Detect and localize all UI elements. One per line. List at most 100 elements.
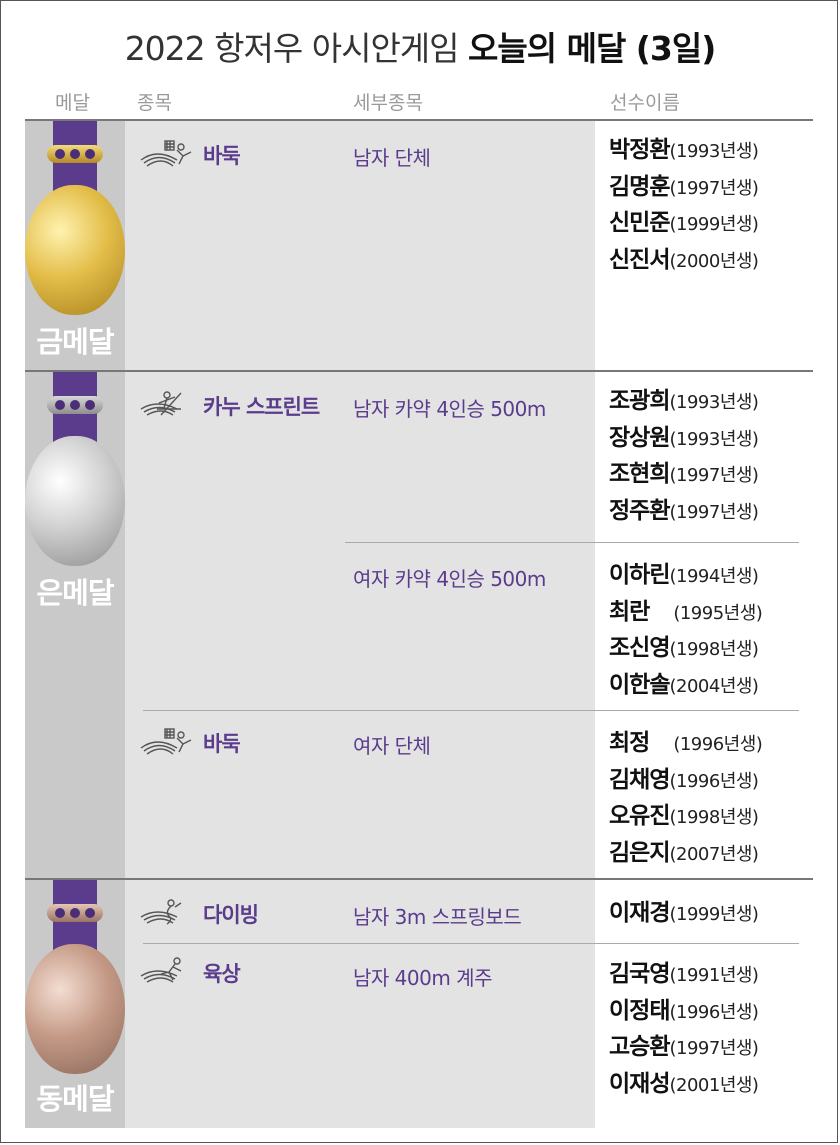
header-medal: 메달 [55, 92, 90, 114]
athlete-birth-year: (1995년생) [673, 602, 763, 624]
silver-medal-image [25, 436, 125, 566]
medal-column: 은메달 [25, 372, 125, 878]
athlete-name: 조광희 [609, 388, 670, 414]
athlete-entry: 장상원 (1993년생) [609, 421, 759, 458]
athlete-birth-year: (1999년생) [669, 214, 759, 235]
medal-clasp [47, 904, 103, 922]
athlete-name: 오유진 [609, 803, 670, 829]
athlete-birth-year: (1997년생) [669, 1038, 759, 1059]
athlete-entry: 이재성 (2001년생) [609, 1067, 759, 1104]
event-name: 남자 단체 [353, 146, 431, 170]
athlete-entry: 신진서 (2000년생) [609, 243, 759, 280]
go-icon [137, 138, 201, 172]
athlete-entry: 오유진 (1998년생) [609, 799, 762, 836]
title-bold: 오늘의 메달 (3일) [468, 29, 716, 68]
athlete-name: 이재성 [609, 1070, 670, 1097]
diving-icon [137, 897, 201, 931]
athlete-birth-year: (1997년생) [669, 501, 759, 523]
gold-medal-label: 금메달 [36, 325, 114, 359]
athlete-list: 이재경 (1999년생) [609, 896, 759, 933]
header-athletes: 선수이름 [610, 92, 680, 114]
canoe-icon [137, 389, 201, 423]
athlete-entry: 김명훈 (1997년생) [609, 170, 759, 207]
athlete-birth-year: (1993년생) [669, 392, 759, 413]
athlete-name: 최란 [609, 598, 650, 625]
athlete-birth-year: (1997년생) [669, 177, 759, 199]
medal-clasp [47, 145, 103, 163]
sport-canoe: 카누 스프린트 [137, 389, 320, 423]
athlete-entry: 이한솔 (2004년생) [609, 668, 762, 705]
athlete-entry: 조광희 (1993년생) [609, 384, 759, 421]
athlete-name: 이하린 [609, 562, 670, 588]
header-event: 세부종목 [353, 92, 423, 114]
header-sport: 종목 [137, 92, 172, 114]
sport-name: 다이빙 [203, 903, 259, 927]
athlete-name: 정주환 [609, 497, 670, 524]
athlete-birth-year: (1998년생) [669, 807, 759, 828]
event-name: 여자 카약 4인승 500m [353, 567, 546, 591]
athlete-birth-year: (1997년생) [669, 465, 759, 486]
athlete-birth-year: (1998년생) [669, 639, 759, 660]
sport-name: 바둑 [203, 144, 241, 168]
athlete-name: 김채영 [609, 766, 670, 793]
athlete-entry: 최란 (1995년생) [609, 595, 763, 632]
athlete-entry: 이재경 (1999년생) [609, 896, 759, 933]
bronze-medal-label: 동메달 [36, 1082, 114, 1116]
athlete-entry: 박정환 (1993년생) [609, 133, 759, 170]
gold-section: 금메달 바둑 남자 단체 박정환 (1993년생) 김명훈 (1997년생) 신민준… [25, 121, 813, 371]
athlete-birth-year: (2001년생) [669, 1074, 759, 1096]
athlete-birth-year: (2007년생) [669, 843, 759, 865]
row-divider [345, 542, 799, 543]
athletics-icon [137, 956, 201, 990]
athlete-entry: 김국영 (1991년생) [609, 957, 759, 994]
medal-clasp [47, 396, 103, 414]
athlete-entry: 고승환 (1997년생) [609, 1030, 759, 1067]
athlete-name: 이한솔 [609, 671, 670, 698]
athlete-list: 김국영 (1991년생) 이정태 (1996년생) 고승환 (1997년생) 이재성(… [609, 957, 759, 1104]
athlete-entry: 최정 (1996년생) [609, 726, 763, 763]
athlete-entry: 정주환 (1997년생) [609, 494, 759, 531]
page-title: 2022 항저우 아시안게임 오늘의 메달 (3일) [0, 22, 840, 70]
sport-name: 카누 스프린트 [203, 395, 320, 419]
athlete-name: 이재경 [609, 900, 670, 926]
sport-name: 바둑 [203, 732, 241, 756]
event-name: 남자 카약 4인승 500m [353, 397, 546, 421]
row-divider [143, 710, 799, 711]
event-name: 여자 단체 [353, 734, 431, 758]
sport-go: 바둑 [137, 726, 241, 760]
sport-name: 육상 [203, 962, 241, 986]
athlete-list: 조광희 (1993년생) 장상원 (1993년생) 조현희 (1997년생) 정주환(… [609, 384, 759, 531]
athlete-birth-year: (1993년생) [669, 428, 759, 450]
title-normal: 2022 항저우 아시안게임 [124, 29, 469, 68]
athlete-entry: 조신영 (1998년생) [609, 631, 762, 668]
athlete-name: 최정 [609, 730, 650, 756]
row-divider [143, 943, 799, 944]
athlete-name: 김은지 [609, 839, 670, 866]
athlete-birth-year: (1996년생) [669, 1001, 759, 1023]
sport-athletics: 육상 [137, 956, 241, 990]
athlete-name: 신민준 [609, 210, 670, 236]
gold-medal-image [25, 185, 125, 315]
athlete-birth-year: (1993년생) [669, 141, 759, 162]
medal-column: 동메달 [25, 880, 125, 1128]
athlete-name: 고승환 [609, 1034, 670, 1060]
athlete-birth-year: (1999년생) [669, 904, 759, 925]
athlete-entry: 신민준 (1999년생) [609, 206, 759, 243]
athlete-list: 이하린 (1994년생) 최란 (1995년생) 조신영 (1998년생) 이한솔 (2… [609, 558, 763, 705]
athlete-name: 김국영 [609, 961, 670, 987]
medal-column: 금메달 [25, 121, 125, 371]
silver-section: 은메달 카누 스프린트 남자 카약 4인승 500m 조광희 (1993년생) 장… [25, 372, 813, 878]
athlete-entry: 김은지 (2007년생) [609, 836, 762, 873]
athlete-birth-year: (1996년생) [673, 734, 763, 755]
athlete-birth-year: (1996년생) [669, 770, 759, 792]
athlete-name: 이정태 [609, 997, 670, 1024]
athlete-name: 조신영 [609, 635, 670, 661]
bronze-medal-image [25, 944, 125, 1074]
sport-go: 바둑 [137, 138, 241, 172]
athlete-list: 최정 (1996년생) 김채영 (1996년생) 오유진 (1998년생) 김은지 (2… [609, 726, 763, 873]
athlete-name: 김명훈 [609, 173, 670, 200]
athlete-entry: 김채영 (1996년생) [609, 763, 762, 800]
athlete-name: 신진서 [609, 246, 670, 273]
athlete-name: 장상원 [609, 424, 670, 451]
athlete-birth-year: (1994년생) [669, 566, 759, 587]
